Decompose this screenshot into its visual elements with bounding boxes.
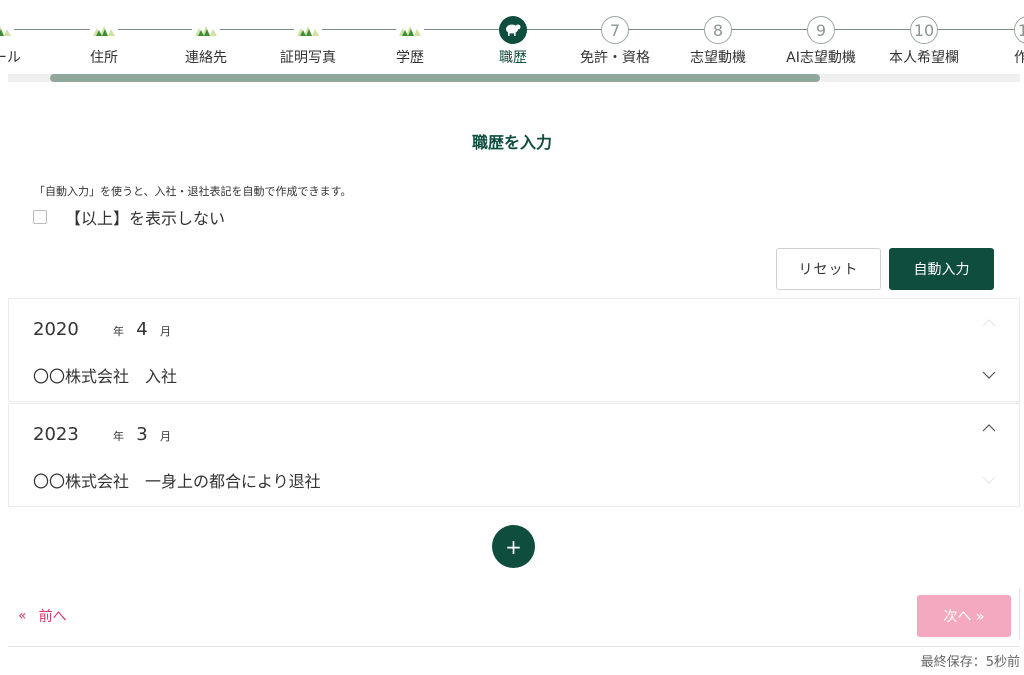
page-title: 職歴を入力 xyxy=(471,133,552,152)
step-license[interactable]: 7 免許・資格 xyxy=(565,0,665,70)
chevron-up-icon[interactable] xyxy=(982,424,996,432)
step-label: 作成 xyxy=(1014,50,1024,66)
double-chevron-left-icon: « xyxy=(18,608,27,624)
chevron-down-icon[interactable] xyxy=(982,371,996,379)
hide-ijou-label: 【以上】を表示しない xyxy=(65,209,226,228)
footer-divider xyxy=(1019,588,1020,640)
step-label: 住所 xyxy=(90,50,118,66)
auto-fill-button[interactable]: 自動入力 xyxy=(889,248,994,290)
step-requests[interactable]: 10 本人希望欄 xyxy=(874,0,974,70)
step-number: 7 xyxy=(601,16,629,44)
step-label: 本人希望欄 xyxy=(889,50,959,66)
step-ai-motivation[interactable]: 9 AI志望動機 xyxy=(771,0,871,70)
month-unit: 月 xyxy=(160,430,171,443)
entry-text-input[interactable]: 〇〇株式会社 入社 xyxy=(33,363,177,387)
month-unit: 月 xyxy=(160,325,171,338)
next-button[interactable]: 次へ » xyxy=(917,595,1011,637)
grass-icon xyxy=(396,16,424,44)
year-unit: 年 xyxy=(113,325,124,338)
step-label: AI志望動機 xyxy=(786,50,856,66)
step-label: 学歴 xyxy=(396,50,424,66)
prev-label: 前へ xyxy=(38,609,67,625)
step-profile[interactable]: ィール xyxy=(0,0,50,70)
step-label: ィール xyxy=(0,50,21,66)
work-history-entry: 2020 年 4 月 〇〇株式会社 入社 xyxy=(8,298,1020,402)
step-label: 志望動機 xyxy=(690,50,746,66)
step-number: 9 xyxy=(807,16,835,44)
step-motivation[interactable]: 8 志望動機 xyxy=(668,0,768,70)
hide-ijou-checkbox[interactable] xyxy=(33,210,47,224)
year-unit: 年 xyxy=(113,430,124,443)
work-history-entry: 2023 年 3 月 〇〇株式会社 一身上の都合により退社 xyxy=(8,403,1020,507)
month-input[interactable]: 4 xyxy=(124,319,160,340)
year-input[interactable]: 2023 xyxy=(33,424,113,445)
grass-icon xyxy=(0,16,14,44)
entry-text-input[interactable]: 〇〇株式会社 一身上の都合により退社 xyxy=(33,468,321,492)
reset-button[interactable]: リセット xyxy=(776,248,881,290)
step-address[interactable]: 住所 xyxy=(54,0,154,70)
grass-icon xyxy=(192,16,220,44)
step-photo[interactable]: 証明写真 xyxy=(258,0,358,70)
step-number: 11 xyxy=(1014,16,1024,44)
entry-date: 2023 年 3 月 xyxy=(33,424,171,445)
last-saved-status: 最終保存：5秒前 xyxy=(920,655,1020,670)
step-create[interactable]: 11 作成 xyxy=(978,0,1024,70)
entry-reorder-controls xyxy=(959,299,1019,403)
grass-icon xyxy=(90,16,118,44)
step-label: 証明写真 xyxy=(280,50,336,66)
prev-button[interactable]: « 前へ xyxy=(18,606,67,626)
entry-date: 2020 年 4 月 xyxy=(33,319,171,340)
chevron-down-icon[interactable] xyxy=(982,476,996,484)
hide-ijou-option[interactable]: 【以上】を表示しない xyxy=(33,205,225,229)
progress-stepper: ィール 住所 連絡先 証明写真 学歴 職歴 7 免許・資格 8 xyxy=(0,0,1024,84)
step-number: 10 xyxy=(910,16,938,44)
step-label: 連絡先 xyxy=(185,50,227,66)
sheep-icon xyxy=(499,16,527,44)
step-label: 免許・資格 xyxy=(580,50,650,66)
step-education[interactable]: 学歴 xyxy=(360,0,460,70)
footer-line xyxy=(8,646,1020,647)
entry-reorder-controls xyxy=(959,404,1019,508)
step-work-history[interactable]: 職歴 xyxy=(463,0,563,70)
step-number: 8 xyxy=(704,16,732,44)
stepper-scrollbar[interactable] xyxy=(50,74,820,82)
auto-fill-hint: 「自動入力」を使うと、入社・退社表記を自動で作成できます。 xyxy=(34,185,352,198)
month-input[interactable]: 3 xyxy=(124,424,160,445)
grass-icon xyxy=(294,16,322,44)
step-contact[interactable]: 連絡先 xyxy=(156,0,256,70)
step-label: 職歴 xyxy=(499,50,527,66)
year-input[interactable]: 2020 xyxy=(33,319,113,340)
chevron-up-icon[interactable] xyxy=(982,319,996,327)
add-entry-button[interactable]: + xyxy=(492,525,535,568)
